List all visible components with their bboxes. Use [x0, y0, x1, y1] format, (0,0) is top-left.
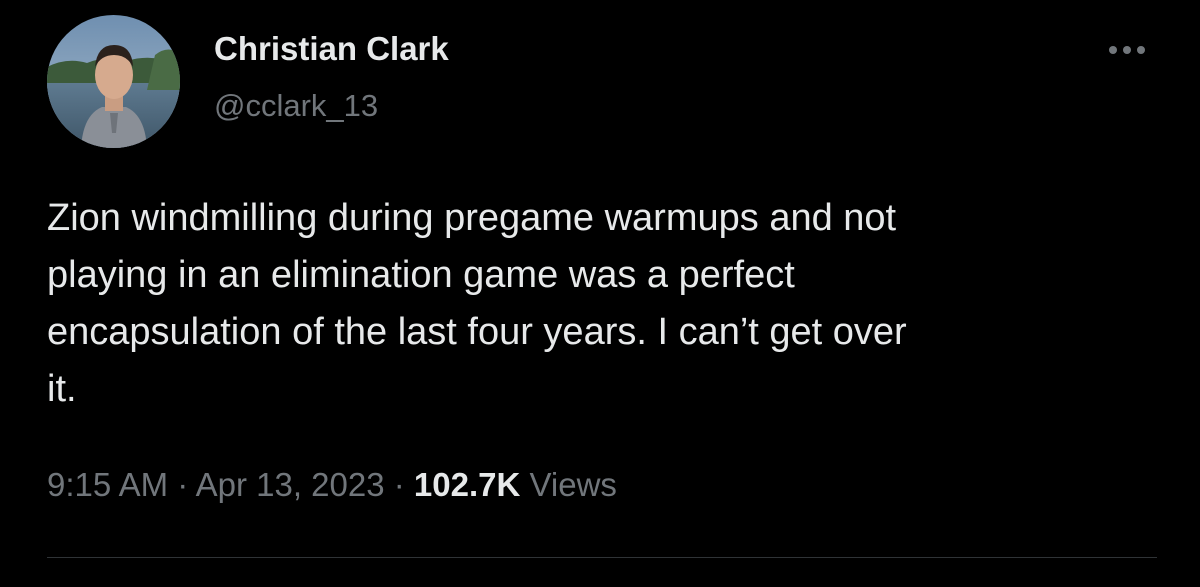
meta-separator: · [384, 466, 414, 503]
views-label[interactable]: Views [530, 466, 617, 503]
more-horizontal-icon [1109, 46, 1145, 54]
tweet-text: Zion windmilling during pregame warmups … [47, 197, 907, 410]
divider [47, 557, 1157, 558]
display-name[interactable]: Christian Clark [214, 30, 449, 68]
profile-photo-icon [47, 15, 180, 148]
tweet: Christian Clark @cclark_13 Zion windmill… [0, 0, 1200, 587]
tweet-time[interactable]: 9:15 AM [47, 466, 168, 503]
views-count[interactable]: 102.7K [414, 466, 520, 503]
avatar[interactable] [47, 15, 180, 148]
user-handle[interactable]: @cclark_13 [214, 88, 378, 124]
tweet-meta: 9:15 AM · Apr 13, 2023 · 102.7K Views [47, 466, 617, 504]
more-button[interactable] [1100, 36, 1156, 64]
meta-separator: · [168, 466, 196, 503]
tweet-date[interactable]: Apr 13, 2023 [196, 466, 385, 503]
